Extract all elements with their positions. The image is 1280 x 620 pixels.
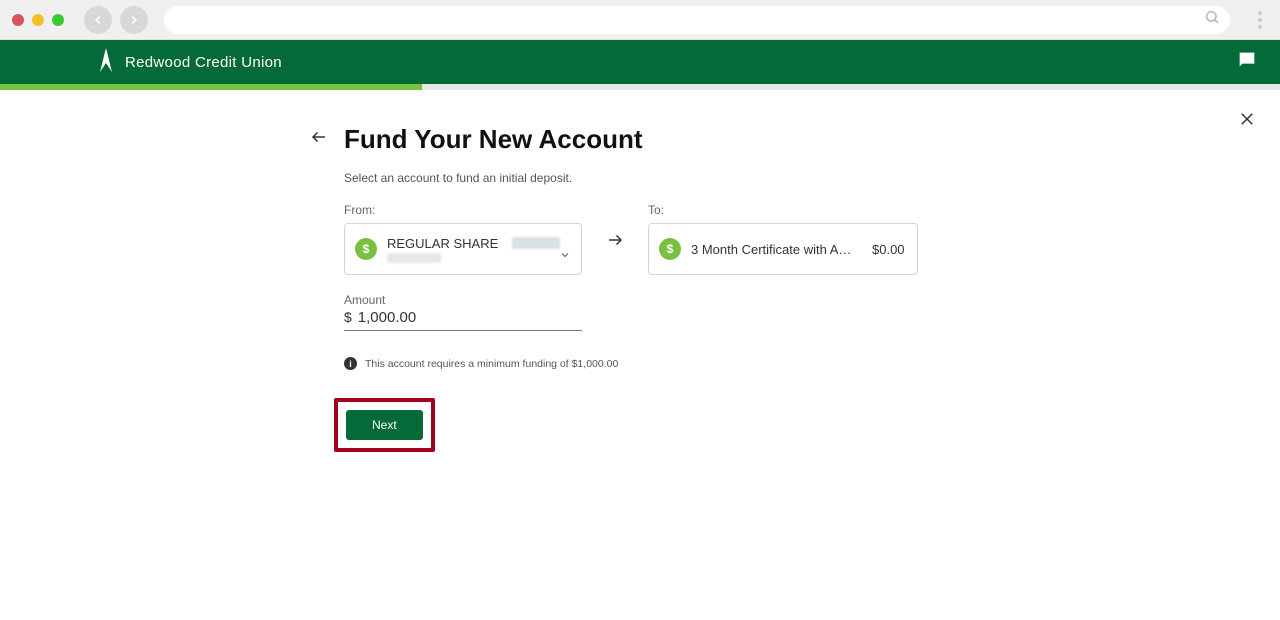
- to-account-name: 3 Month Certificate with Active C...: [691, 242, 856, 257]
- app-header: Redwood Credit Union: [0, 40, 1280, 84]
- from-account-select[interactable]: $ REGULAR SHARE: [344, 223, 582, 275]
- window-maximize-dot[interactable]: [52, 14, 64, 26]
- traffic-lights: [12, 14, 64, 26]
- to-label: To:: [648, 203, 918, 217]
- search-icon: [1204, 9, 1220, 30]
- chat-icon[interactable]: [1236, 49, 1258, 76]
- dollar-icon: $: [355, 238, 377, 260]
- url-bar[interactable]: [164, 6, 1230, 34]
- redacted-account-number: [387, 253, 441, 263]
- window-minimize-dot[interactable]: [32, 14, 44, 26]
- close-icon[interactable]: [1238, 110, 1256, 134]
- chevron-down-icon: [559, 248, 571, 264]
- transfer-arrow-icon: [606, 231, 624, 254]
- browser-chrome: [0, 0, 1280, 40]
- from-column: From: $ REGULAR SHARE: [344, 203, 582, 275]
- info-text: This account requires a minimum funding …: [365, 358, 618, 370]
- from-label: From:: [344, 203, 582, 217]
- dollar-icon: $: [659, 238, 681, 260]
- window-close-dot[interactable]: [12, 14, 24, 26]
- from-account-name: REGULAR SHARE: [387, 236, 498, 251]
- to-account-balance: $0.00: [872, 242, 905, 257]
- amount-field: Amount $: [344, 293, 582, 331]
- amount-label: Amount: [344, 293, 582, 307]
- browser-menu-icon[interactable]: [1252, 11, 1268, 29]
- amount-input[interactable]: [358, 309, 582, 326]
- back-arrow-icon[interactable]: [310, 128, 328, 151]
- to-account-card: $ 3 Month Certificate with Active C... $…: [648, 223, 918, 275]
- redacted-balance: [512, 237, 560, 249]
- browser-back-button[interactable]: [84, 6, 112, 34]
- page-title: Fund Your New Account: [344, 124, 643, 155]
- info-row: i This account requires a minimum fundin…: [344, 357, 1230, 370]
- brand-logo-icon: [97, 48, 115, 77]
- next-button[interactable]: Next: [346, 410, 423, 440]
- next-button-highlight: Next: [334, 398, 435, 452]
- content-area: Fund Your New Account Select an account …: [0, 90, 1280, 452]
- brand-name: Redwood Credit Union: [125, 54, 282, 71]
- browser-forward-button[interactable]: [120, 6, 148, 34]
- brand[interactable]: Redwood Credit Union: [97, 48, 282, 77]
- info-icon: i: [344, 357, 357, 370]
- currency-symbol: $: [344, 309, 352, 325]
- page-subtitle: Select an account to fund an initial dep…: [344, 171, 1230, 185]
- to-column: To: $ 3 Month Certificate with Active C.…: [648, 203, 918, 275]
